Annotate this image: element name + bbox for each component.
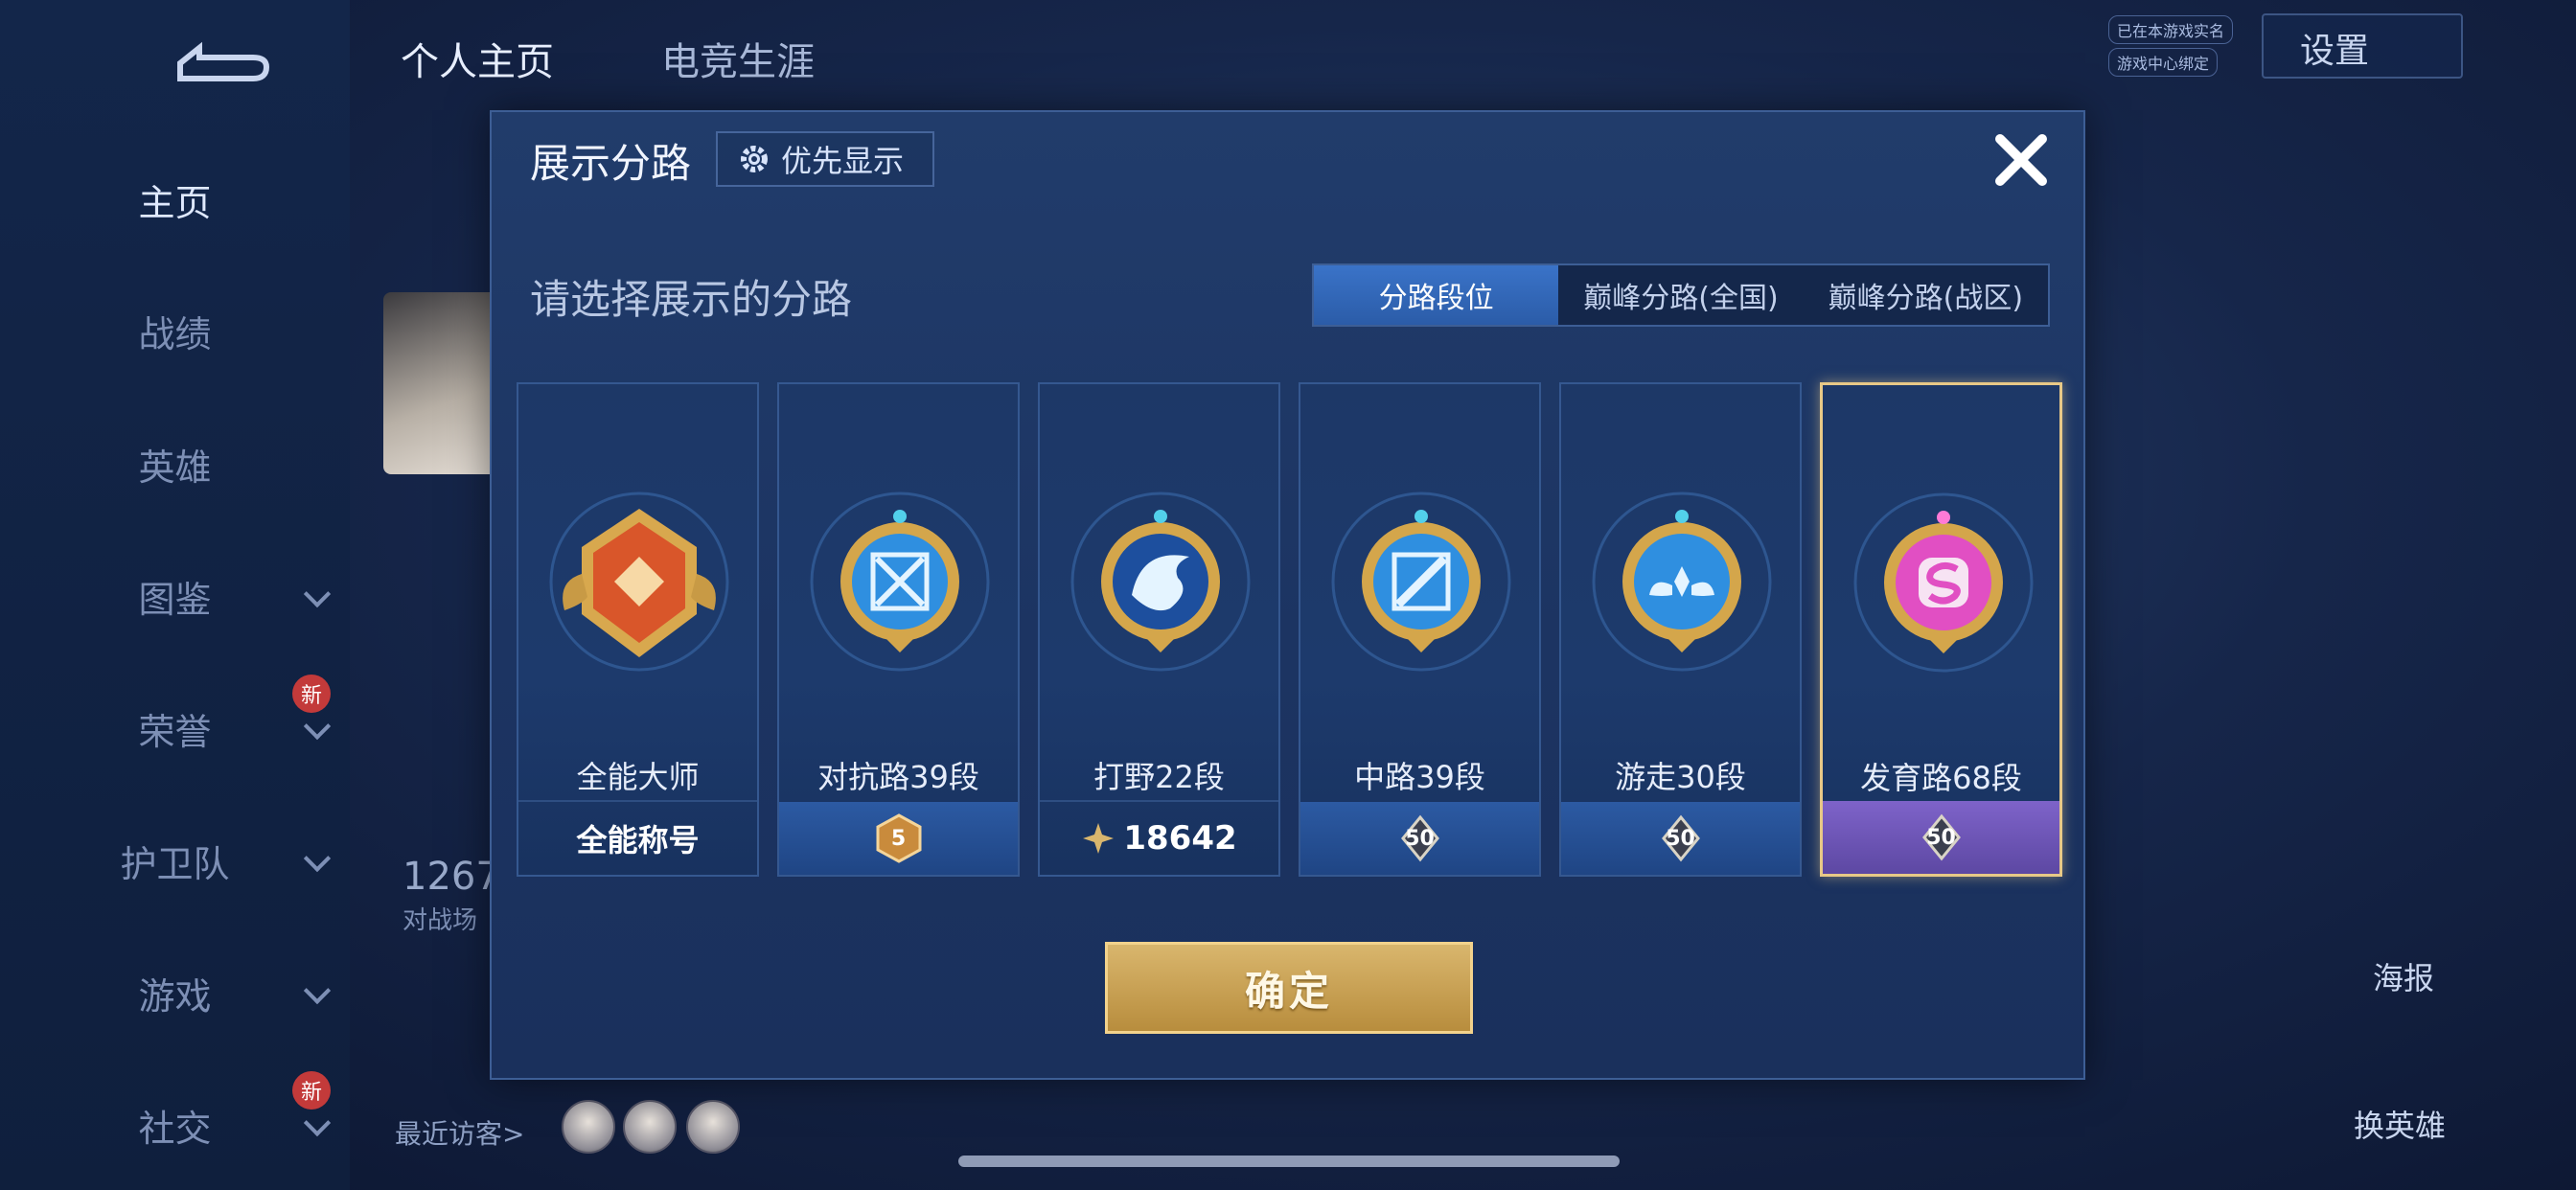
- chevron-down-icon: [303, 580, 332, 608]
- title-label: 全能称号: [576, 822, 700, 858]
- switch-hero-button[interactable]: 换英雄: [2354, 1102, 2446, 1146]
- rank-star-icon: 50: [1650, 813, 1712, 863]
- rank-value: 50: [1666, 826, 1695, 851]
- lane-display-dialog: 展示分路 优先显示 请选择展示的分路 分路段位 巅峰分路(全国) 巅峰分路(战区…: [490, 110, 2085, 1080]
- dialog-title: 展示分路: [530, 140, 692, 187]
- lane-mode-tabs: 分路段位 巅峰分路(全国) 巅峰分路(战区): [1312, 263, 2050, 327]
- sidebar-item-guard[interactable]: 护卫队: [0, 822, 350, 899]
- settings-label: 设置: [2300, 32, 2370, 71]
- new-badge: 新: [292, 1071, 331, 1110]
- game-center-tag: 游戏中心绑定: [2108, 48, 2219, 77]
- sidebar: 主页 战绩 英雄 图鉴 荣誉 新 护卫队 游戏 社交 新: [0, 0, 350, 1190]
- recent-visitors-link[interactable]: 最近访客>: [395, 1113, 524, 1152]
- lane-label: 中路39段: [1354, 759, 1485, 795]
- poster-button[interactable]: 海报: [2373, 954, 2434, 998]
- blue-wand-emblem-icon: [1331, 492, 1511, 672]
- visitor-avatar[interactable]: [623, 1100, 677, 1154]
- match-count: 1267: [402, 855, 500, 899]
- rank-value: 5: [890, 826, 907, 851]
- chevron-down-icon: [303, 976, 332, 1005]
- priority-display-button[interactable]: 优先显示: [716, 131, 934, 187]
- sidebar-item-heroes[interactable]: 英雄: [0, 425, 350, 502]
- lane-card-jungle[interactable]: 打野22段 18642: [1038, 382, 1280, 877]
- peak-score: 18642: [1123, 819, 1237, 858]
- verified-tag: 已在本游戏实名: [2108, 15, 2234, 44]
- pink-emblem-icon: [1853, 492, 2034, 673]
- rank-star-icon: 50: [1911, 812, 1972, 862]
- sidebar-item-social[interactable]: 社交 新: [0, 1071, 350, 1163]
- lane-card-clash[interactable]: 对抗路39段 5: [777, 382, 1020, 877]
- card-footer: 50: [1823, 801, 2059, 874]
- dialog-subtitle: 请选择展示的分路: [530, 276, 853, 323]
- blue-sword-emblem-icon: [810, 492, 990, 672]
- avatar[interactable]: [383, 292, 498, 474]
- card-footer: 全能称号: [518, 800, 757, 875]
- lane-label: 游走30段: [1615, 759, 1746, 795]
- lane-label: 全能大师: [576, 759, 700, 795]
- rank-value: 50: [1405, 826, 1435, 851]
- sidebar-item-games[interactable]: 游戏: [0, 954, 350, 1031]
- gear-icon: [741, 146, 768, 172]
- visitor-avatar[interactable]: [686, 1100, 740, 1154]
- orange-emblem-icon: [549, 492, 729, 672]
- priority-display-label: 优先显示: [781, 143, 905, 179]
- blue-dragon-emblem-icon: [1070, 492, 1251, 672]
- tab-peak-national[interactable]: 巅峰分路(全国): [1558, 265, 1803, 325]
- confirm-button[interactable]: 确定: [1105, 942, 1473, 1034]
- match-count-label: 对战场: [402, 906, 478, 935]
- lane-label: 发育路68段: [1860, 760, 2022, 796]
- tab-profile[interactable]: 个人主页: [401, 31, 554, 86]
- lane-label: 对抗路39段: [817, 759, 979, 795]
- card-footer: 50: [1300, 802, 1539, 875]
- lane-label: 打野22段: [1093, 759, 1225, 795]
- rank-star-icon: 5: [868, 813, 930, 863]
- sidebar-item-honor[interactable]: 荣誉 新: [0, 675, 350, 767]
- close-icon[interactable]: [1987, 126, 2056, 195]
- peak-score-icon: [1083, 823, 1115, 854]
- tab-peak-region[interactable]: 巅峰分路(战区): [1804, 265, 2048, 325]
- card-footer: 5: [779, 802, 1018, 875]
- card-footer: 50: [1561, 802, 1800, 875]
- home-indicator: [958, 1156, 1620, 1167]
- rank-star-icon: 50: [1390, 813, 1451, 863]
- new-badge: 新: [292, 675, 331, 713]
- rank-value: 50: [1926, 825, 1956, 850]
- sidebar-item-home[interactable]: 主页: [0, 161, 350, 238]
- lane-card-allround[interactable]: 全能大师 全能称号: [517, 382, 759, 877]
- back-arrow-icon[interactable]: [161, 34, 276, 92]
- lane-card-roam[interactable]: 游走30段 50: [1559, 382, 1802, 877]
- tab-esports[interactable]: 电竞生涯: [661, 31, 815, 86]
- lane-card-mid[interactable]: 中路39段 50: [1299, 382, 1541, 877]
- chevron-down-icon: [303, 1109, 332, 1137]
- tab-lane-rank[interactable]: 分路段位: [1314, 265, 1559, 325]
- blue-wing-emblem-icon: [1592, 492, 1772, 672]
- sidebar-item-codex[interactable]: 图鉴: [0, 558, 350, 634]
- chevron-down-icon: [303, 712, 332, 741]
- visitor-avatar[interactable]: [562, 1100, 615, 1154]
- card-footer: 18642: [1040, 800, 1278, 875]
- chevron-down-icon: [303, 844, 332, 873]
- lane-card-farm[interactable]: 发育路68段 50: [1820, 382, 2062, 877]
- sidebar-item-records[interactable]: 战绩: [0, 292, 350, 369]
